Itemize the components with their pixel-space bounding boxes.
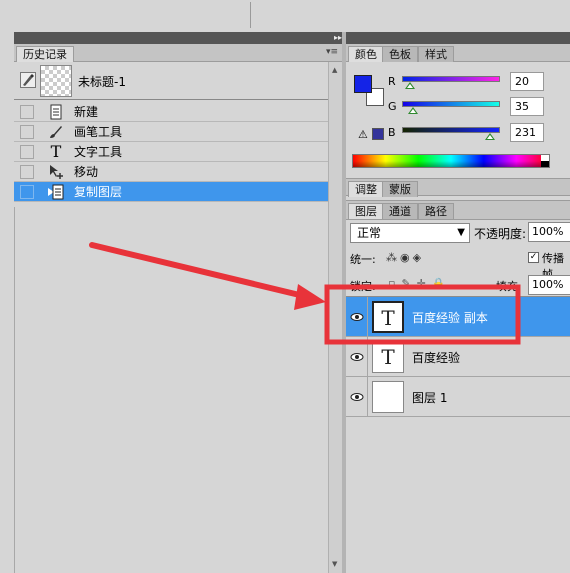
color-spectrum-bar[interactable] bbox=[352, 154, 550, 168]
collapse-arrows-icon[interactable]: ▸▸ bbox=[334, 33, 342, 42]
history-item-move[interactable]: 移动 bbox=[14, 162, 328, 182]
tab-styles[interactable]: 样式 bbox=[418, 46, 454, 62]
blue-slider-thumb[interactable] bbox=[485, 133, 495, 140]
history-item-label: 新建 bbox=[74, 105, 99, 119]
blue-label: B bbox=[388, 126, 396, 139]
history-state-checkbox[interactable] bbox=[20, 145, 34, 159]
panel-menu-icon[interactable]: ▾≡ bbox=[326, 47, 338, 57]
fill-label: 填充: bbox=[496, 280, 522, 293]
layer-thumbnail-text-icon: T bbox=[372, 301, 404, 333]
opacity-input[interactable]: 100% bbox=[528, 222, 570, 242]
tab-color[interactable]: 颜色 bbox=[348, 46, 384, 62]
history-item-new[interactable]: 新建 bbox=[14, 102, 328, 122]
red-slider-row: R 20 bbox=[386, 72, 570, 94]
red-slider-track[interactable] bbox=[402, 76, 500, 82]
layer-row-text-copy[interactable]: T 百度经验 副本 bbox=[346, 297, 570, 337]
layer-row-text[interactable]: T 百度经验 bbox=[346, 337, 570, 377]
snapshot-thumbnail bbox=[40, 65, 72, 97]
foreground-color-swatch[interactable] bbox=[354, 75, 372, 93]
tab-adjustments[interactable]: 调整 bbox=[348, 181, 384, 197]
blue-slider-row: B 231 bbox=[386, 123, 570, 145]
toolbar-divider bbox=[250, 2, 251, 28]
green-slider-thumb[interactable] bbox=[408, 107, 418, 114]
history-state-checkbox[interactable] bbox=[20, 105, 34, 119]
history-item-brush[interactable]: 画笔工具 bbox=[14, 122, 328, 142]
tab-layers[interactable]: 图层 bbox=[348, 203, 384, 219]
lock-label: 锁定: bbox=[350, 280, 376, 293]
blue-value-input[interactable]: 231 bbox=[510, 123, 544, 142]
chevron-down-icon[interactable]: ▼ bbox=[457, 224, 465, 242]
tab-history[interactable]: 历史记录 bbox=[16, 46, 74, 62]
red-slider-thumb[interactable] bbox=[405, 82, 415, 89]
tab-masks[interactable]: 蒙版 bbox=[382, 181, 418, 197]
layers-list: T 百度经验 副本 T 百度经验 图层 1 bbox=[346, 296, 570, 573]
history-panel-tabbar: 历史记录 ▾≡ bbox=[14, 44, 342, 62]
scroll-up-arrow-icon[interactable]: ▲ bbox=[332, 66, 337, 74]
history-state-checkbox[interactable] bbox=[20, 165, 34, 179]
layer-name[interactable]: 百度经验 bbox=[412, 349, 460, 366]
visibility-eye-icon[interactable] bbox=[346, 337, 368, 377]
layer-name[interactable]: 百度经验 副本 bbox=[412, 309, 488, 326]
move-icon bbox=[48, 164, 64, 180]
gamut-warning-icon[interactable]: ⚠ bbox=[358, 128, 368, 141]
type-tool-icon: T bbox=[50, 142, 62, 161]
red-label: R bbox=[388, 75, 396, 88]
opacity-label: 不透明度: bbox=[474, 227, 527, 241]
snapshot-label: 未标题-1 bbox=[78, 75, 126, 89]
layer-thumbnail bbox=[372, 381, 404, 413]
history-state-checkbox[interactable] bbox=[20, 185, 34, 199]
tab-swatches[interactable]: 色板 bbox=[382, 46, 418, 62]
history-item-duplicate-layer[interactable]: 复制图层 bbox=[14, 182, 328, 202]
red-value-input[interactable]: 20 bbox=[510, 72, 544, 91]
top-toolbar-strip bbox=[0, 0, 570, 32]
scroll-down-arrow-icon[interactable]: ▼ bbox=[332, 560, 337, 568]
history-item-label: 移动 bbox=[74, 165, 99, 179]
tab-paths[interactable]: 路径 bbox=[418, 203, 454, 219]
black-white-swatch[interactable] bbox=[541, 155, 549, 167]
history-list: 未标题-1 新建 画笔工具 T 文字工具 移动 复制图层 bbox=[14, 62, 328, 207]
layer-name[interactable]: 图层 1 bbox=[412, 389, 447, 406]
history-state-checkbox[interactable] bbox=[20, 125, 34, 139]
history-item-label: 画笔工具 bbox=[74, 125, 123, 139]
color-panel-tabbar: 颜色 色板 样式 bbox=[346, 44, 570, 62]
layer-row-raster[interactable]: 图层 1 bbox=[346, 377, 570, 417]
layers-controls: 正常 ▼ 不透明度: 100% 统一: ⁂◉◈ ✓ 传播帧 锁定: ▫✎✛🔒 填… bbox=[346, 220, 570, 296]
fill-input[interactable]: 100% bbox=[528, 275, 570, 295]
unify-buttons-icon[interactable]: ⁂◉◈ bbox=[386, 251, 424, 264]
web-safe-color-swatch[interactable] bbox=[372, 128, 384, 140]
color-panel: R 20 G 35 B 231 ⚠ bbox=[346, 62, 570, 176]
history-snapshot-row[interactable]: 未标题-1 bbox=[14, 62, 328, 100]
unify-label: 统一: bbox=[350, 253, 376, 266]
duplicate-layer-icon bbox=[48, 184, 64, 200]
blend-mode-select[interactable]: 正常 ▼ bbox=[350, 223, 470, 243]
lock-buttons-icon[interactable]: ▫✎✛🔒 bbox=[388, 277, 452, 290]
brush-icon bbox=[48, 124, 64, 140]
history-item-type[interactable]: T 文字工具 bbox=[14, 142, 328, 162]
history-panel-titlebar[interactable] bbox=[14, 32, 342, 44]
propagate-frame-checkbox[interactable]: ✓ bbox=[528, 252, 539, 263]
layer-thumbnail-text-icon: T bbox=[372, 341, 404, 373]
new-doc-icon bbox=[48, 104, 64, 120]
tab-channels[interactable]: 通道 bbox=[382, 203, 418, 219]
green-label: G bbox=[388, 100, 397, 113]
layers-panel-tabbar: 图层 通道 路径 bbox=[346, 200, 570, 220]
history-item-label: 文字工具 bbox=[74, 145, 123, 159]
adjustments-tabbar: 调整 蒙版 bbox=[346, 178, 570, 197]
visibility-eye-icon[interactable] bbox=[346, 377, 368, 417]
blend-mode-value: 正常 bbox=[357, 226, 382, 240]
history-item-label: 复制图层 bbox=[74, 185, 123, 199]
right-dock-titlebar[interactable] bbox=[346, 32, 570, 44]
history-scrollbar[interactable]: ▲ ▼ bbox=[328, 62, 342, 573]
visibility-eye-icon[interactable] bbox=[346, 297, 368, 337]
history-brush-source-icon[interactable] bbox=[20, 72, 36, 88]
green-value-input[interactable]: 35 bbox=[510, 97, 544, 116]
green-slider-row: G 35 bbox=[386, 97, 570, 119]
